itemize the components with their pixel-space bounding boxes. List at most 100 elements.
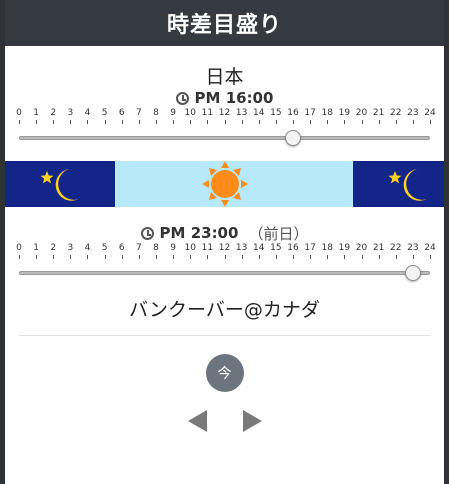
hour-tick-label: 20 bbox=[355, 108, 368, 118]
hour-tick-mark bbox=[173, 120, 175, 124]
hour-tick-label: 14 bbox=[253, 108, 265, 118]
hour-tick-label: 22 bbox=[390, 243, 402, 253]
hour-tick-mark bbox=[121, 255, 123, 259]
hour-tick-label: 9 bbox=[170, 243, 176, 253]
app-header: 時差目盛り bbox=[5, 0, 444, 46]
hour-tick-label: 17 bbox=[304, 108, 316, 118]
hour-tick-label: 4 bbox=[84, 108, 91, 118]
hour-tick-label: 7 bbox=[136, 108, 142, 118]
moon-icon bbox=[40, 169, 79, 201]
window-edge-right bbox=[444, 0, 449, 484]
hour-tick-mark bbox=[310, 255, 312, 259]
hour-tick-label: 13 bbox=[235, 243, 248, 253]
hour-tick-mark bbox=[395, 120, 397, 124]
hour-tick-mark bbox=[361, 255, 363, 259]
hour-tick-label: 20 bbox=[355, 243, 368, 253]
origin-time-slider[interactable] bbox=[19, 130, 430, 146]
night-segment bbox=[353, 161, 444, 207]
hour-tick-label: 9 bbox=[170, 108, 176, 118]
app-title: 時差目盛り bbox=[166, 13, 282, 38]
hour-tick-label: 2 bbox=[50, 108, 57, 118]
hour-tick-label: 12 bbox=[218, 108, 231, 118]
hour-tick-label: 15 bbox=[270, 243, 282, 253]
moon-icon bbox=[388, 169, 427, 201]
day-segment bbox=[115, 161, 353, 207]
hour-tick-label: 11 bbox=[201, 243, 214, 253]
hour-tick-mark bbox=[275, 255, 277, 259]
hour-tick-mark bbox=[53, 120, 55, 124]
hour-tick-label: 8 bbox=[153, 108, 159, 118]
hour-tick-label: 19 bbox=[338, 243, 351, 253]
hour-tick-label: 22 bbox=[390, 108, 402, 118]
hour-tick-mark bbox=[258, 120, 260, 124]
time-difference-panel: 時差目盛り 日本 PM 16:00 0 1 2 3 4 5 6 7 8 9 10 11 12 13 14 15… bbox=[5, 0, 444, 484]
hour-tick-label: 24 bbox=[424, 108, 436, 118]
hour-tick-label: 13 bbox=[235, 108, 248, 118]
target-city: バンクーバー@カナダ bbox=[129, 299, 320, 321]
hour-tick-label: 16 bbox=[287, 243, 299, 253]
hour-tick-label: 6 bbox=[118, 108, 125, 118]
origin-hour-scale: 0 1 2 3 4 5 6 7 8 9 10 11 12 13 14 15 16 17 18 19 20 21 22 23 24 bbox=[16, 108, 436, 130]
hour-tick-label: 3 bbox=[67, 108, 74, 118]
hour-tick-mark bbox=[224, 120, 226, 124]
hour-tick-mark bbox=[104, 120, 106, 124]
hour-tick-mark bbox=[70, 255, 72, 259]
target-slider-thumb[interactable] bbox=[404, 265, 421, 281]
hour-tick-mark bbox=[70, 120, 72, 124]
hour-tick-label: 18 bbox=[321, 243, 333, 253]
hour-tick-mark bbox=[344, 255, 346, 259]
hour-tick-label: 10 bbox=[184, 108, 196, 118]
hour-tick-mark bbox=[412, 255, 414, 259]
hour-tick-label: 10 bbox=[184, 243, 196, 253]
hour-tick-mark bbox=[155, 255, 157, 259]
origin-time-display: PM 16:00 bbox=[5, 88, 444, 108]
hour-tick-mark bbox=[430, 120, 431, 124]
hour-tick-mark bbox=[19, 120, 20, 124]
hour-tick-mark bbox=[207, 255, 209, 259]
hour-tick-mark bbox=[207, 120, 209, 124]
hour-tick-label: 2 bbox=[50, 243, 57, 253]
hour-tick-mark bbox=[241, 120, 243, 124]
sun-icon bbox=[202, 161, 248, 207]
hour-tick-label: 17 bbox=[304, 243, 316, 253]
hour-tick-label: 3 bbox=[67, 243, 74, 253]
hour-tick-mark bbox=[361, 120, 363, 124]
divider bbox=[19, 335, 430, 336]
hour-tick-mark bbox=[327, 255, 329, 259]
hour-tick-mark bbox=[292, 255, 294, 259]
hour-tick-mark bbox=[87, 255, 89, 259]
target-time-display: PM 23:00 （前日） bbox=[5, 223, 444, 243]
slider-track bbox=[19, 271, 430, 275]
now-button[interactable]: 今 bbox=[205, 354, 244, 392]
origin-city: 日本 bbox=[205, 66, 244, 88]
hour-tick-mark bbox=[327, 120, 329, 124]
day-offset-note: （前日） bbox=[248, 224, 309, 243]
triangle-right-icon[interactable] bbox=[242, 410, 262, 432]
hour-tick-label: 14 bbox=[253, 243, 265, 253]
hour-step-controls bbox=[5, 410, 444, 432]
hour-tick-label: 23 bbox=[407, 108, 419, 118]
hour-tick-mark bbox=[121, 120, 123, 124]
hour-tick-mark bbox=[241, 255, 243, 259]
triangle-left-icon[interactable] bbox=[187, 410, 207, 432]
hour-tick-mark bbox=[292, 120, 294, 124]
hour-tick-mark bbox=[155, 120, 157, 124]
target-time-slider[interactable] bbox=[19, 265, 430, 281]
hour-tick-label: 7 bbox=[136, 243, 142, 253]
hour-tick-mark bbox=[395, 255, 397, 259]
hour-tick-mark bbox=[138, 255, 140, 259]
hour-tick-mark bbox=[310, 120, 312, 124]
hour-tick-mark bbox=[19, 255, 20, 259]
target-hour-scale: 0 1 2 3 4 5 6 7 8 9 10 11 12 13 14 15 16 17 18 19 20 21 22 23 24 bbox=[16, 243, 436, 265]
origin-slider-thumb[interactable] bbox=[284, 130, 301, 146]
hour-tick-mark bbox=[430, 255, 431, 259]
hour-tick-mark bbox=[258, 255, 260, 259]
hour-tick-mark bbox=[173, 255, 175, 259]
hour-tick-label: 1 bbox=[33, 108, 39, 118]
hour-tick-mark bbox=[190, 255, 192, 259]
hour-tick-label: 15 bbox=[270, 108, 282, 118]
hour-tick-label: 11 bbox=[201, 108, 214, 118]
hour-tick-label: 23 bbox=[407, 243, 419, 253]
hour-tick-label: 4 bbox=[84, 243, 91, 253]
hour-tick-mark bbox=[36, 120, 38, 124]
